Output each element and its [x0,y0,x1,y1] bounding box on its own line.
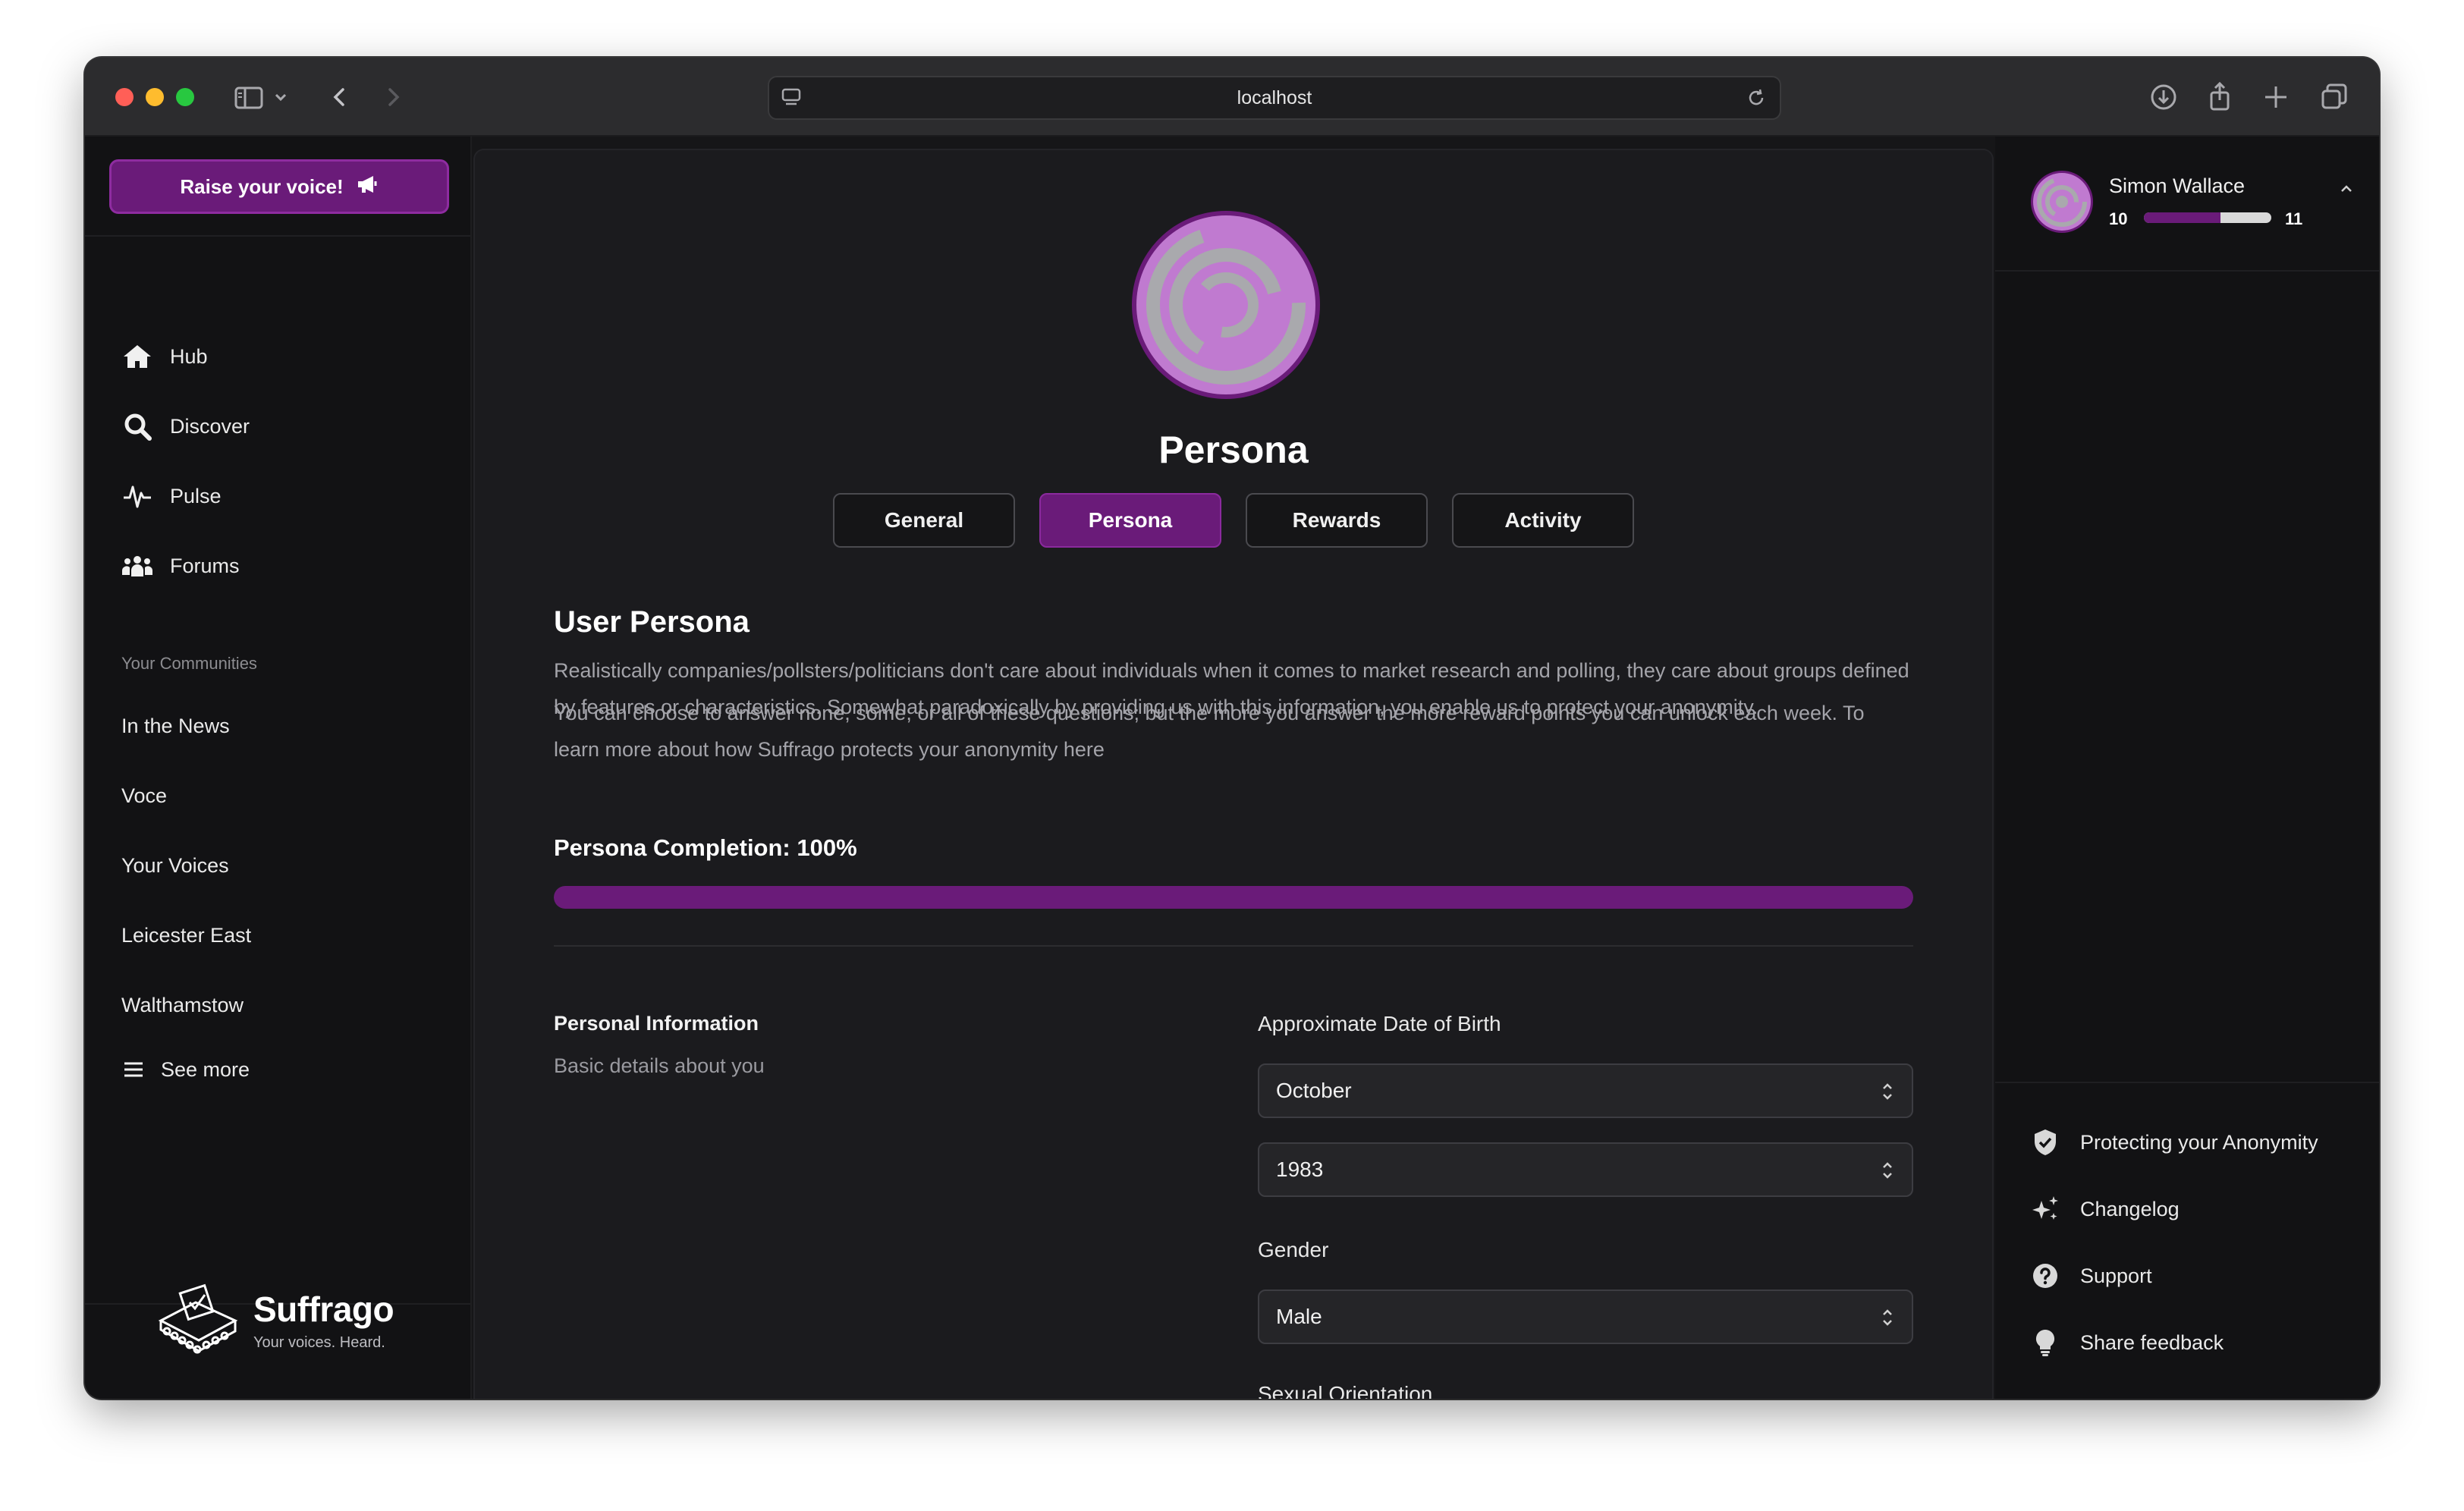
shield-icon [2030,1127,2060,1158]
see-more-label: See more [161,1057,250,1081]
download-icon[interactable] [2147,79,2180,115]
pulse-icon [121,480,153,512]
forward-icon[interactable] [379,79,407,115]
url-text: localhost [1237,87,1312,108]
select-chevron-icon [1880,1080,1895,1108]
raise-your-voice-button[interactable]: Raise your voice! [109,159,449,214]
changelog-link[interactable]: Changelog [2030,1189,2180,1229]
sidebar-item-pulse[interactable]: Pulse [121,475,222,517]
completion-progress-fill [554,886,1913,909]
support-link[interactable]: Support [2030,1256,2152,1296]
search-icon [121,410,153,442]
page-title: Persona [1158,429,1309,471]
menu-icon [121,1054,146,1085]
protecting-anonymity-link[interactable]: Protecting your Anonymity [2030,1123,2318,1162]
ballot-box-icon [153,1277,243,1364]
user-name: Simon Wallace [2109,174,2246,197]
personal-info-title: Personal Information [554,1012,759,1035]
select-value: 1983 [1276,1158,1324,1181]
raise-button-label: Raise your voice! [180,174,344,198]
see-more-button[interactable]: See more [121,1048,250,1091]
user-menu[interactable]: Simon Wallace 10 11 [2030,170,2352,238]
intro-paragraph-2: You can choose to answer none, some, or … [554,702,1865,761]
sidebar-item-forums[interactable]: Forums [121,545,240,587]
avatar [2030,170,2094,234]
dob-month-select[interactable]: October [1258,1063,1913,1118]
content-divider [554,945,1913,947]
select-value: Male [1276,1305,1322,1328]
megaphone-icon [356,174,379,200]
communities-heading: Your Communities [121,654,257,673]
community-item[interactable]: Your Voices [121,854,229,878]
close-window-icon[interactable] [115,88,134,106]
sidebar-item-discover[interactable]: Discover [121,405,250,448]
sidebar-item-hub[interactable]: Hub [121,335,208,378]
link-label: Protecting your Anonymity [2080,1130,2318,1154]
section-heading: User Persona [554,605,750,639]
tab-persona[interactable]: Persona [1039,493,1221,548]
select-chevron-icon [1880,1159,1895,1187]
reload-icon[interactable] [1745,86,1768,113]
completion-label: Persona Completion: 100% [554,834,857,861]
right-panel: Simon Wallace 10 11 Protecting your Anon… [1995,137,2379,1399]
brand-tagline: Your voices. Heard. [253,1334,385,1351]
share-feedback-link[interactable]: Share feedback [2030,1323,2224,1362]
completion-progress-bar [554,886,1913,909]
home-icon [121,341,153,372]
xp-progress-bar [2144,212,2271,223]
browser-window: localhost Raise your voice! Hub Discover… [85,58,2379,1399]
question-icon [2030,1261,2060,1291]
profile-tabs: General Persona Rewards Activity [475,493,1992,548]
community-item[interactable]: Walthamstow [121,994,244,1017]
sidebar-divider [85,235,470,237]
users-icon [121,550,153,582]
brand-text: Suffrago Your voices. Heard. [253,1289,394,1352]
select-value: October [1276,1079,1352,1102]
community-item[interactable]: Voce [121,784,167,808]
dob-year-select[interactable]: 1983 [1258,1142,1913,1197]
gender-select[interactable]: Male [1258,1290,1913,1344]
share-icon[interactable] [2203,79,2236,115]
brand-name: Suffrago [253,1290,394,1329]
sidebar-item-label: Discover [170,414,250,438]
browser-titlebar: localhost [85,58,2379,137]
new-tab-icon[interactable] [2259,79,2293,115]
right-panel-divider [1995,270,2379,272]
minimize-window-icon[interactable] [146,88,164,106]
link-label: Changelog [2080,1197,2180,1220]
brand-logo[interactable]: Suffrago Your voices. Heard. [153,1277,394,1364]
left-sidebar: Raise your voice! Hub Discover Pulse For… [85,137,472,1399]
lightbulb-icon [2030,1327,2060,1358]
persona-avatar [1130,209,1322,401]
tab-overview-icon[interactable] [2317,79,2350,115]
zoom-window-icon[interactable] [176,88,194,106]
sidebar-item-label: Hub [170,344,208,368]
community-item[interactable]: Leicester East [121,924,251,947]
next-level: 11 [2285,209,2303,228]
tab-general[interactable]: General [833,493,1015,548]
personal-info-subtitle: Basic details about you [554,1054,765,1077]
current-level: 10 [2109,209,2128,228]
chevron-down-icon[interactable] [272,79,290,115]
sidebar-item-label: Pulse [170,484,222,507]
back-icon[interactable] [326,79,354,115]
select-chevron-icon [1880,1306,1895,1334]
gender-label: Gender [1258,1238,1329,1261]
sidebar-toggle-icon[interactable] [234,79,267,115]
address-bar[interactable]: localhost [768,76,1781,120]
sidebar-item-label: Forums [170,554,240,577]
sexual-orientation-label: Sexual Orientation [1258,1382,1433,1399]
chevron-up-icon[interactable] [2338,181,2355,201]
main-content: Persona General Persona Rewards Activity… [473,149,1994,1399]
tab-rewards[interactable]: Rewards [1246,493,1428,548]
community-item[interactable]: In the News [121,715,230,738]
xp-progress-fill [2144,212,2220,223]
dob-label: Approximate Date of Birth [1258,1012,1501,1035]
tab-activity[interactable]: Activity [1452,493,1634,548]
right-panel-divider [1995,1082,2379,1083]
link-label: Share feedback [2080,1330,2224,1354]
sparkles-icon [2030,1194,2060,1224]
link-label: Support [2080,1264,2152,1287]
